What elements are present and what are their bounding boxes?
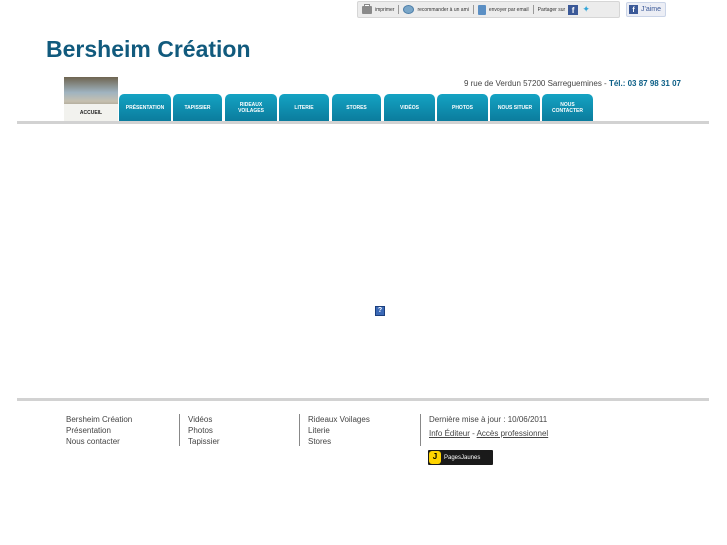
tab-label: STORES	[346, 104, 367, 111]
facebook-like-button[interactable]: f J'aime	[626, 2, 666, 17]
footer-link[interactable]: Nous contacter	[66, 436, 132, 447]
pagesjaunes-label: PagesJaunes	[444, 454, 481, 461]
tab-label: TAPISSIER	[184, 104, 211, 111]
share-group: Partager sur f ✦	[534, 4, 596, 15]
footer-divider	[17, 398, 709, 401]
facebook-icon: f	[629, 5, 638, 14]
print-label: imprimer	[375, 6, 395, 13]
link-separator: -	[469, 429, 477, 438]
header-divider	[17, 121, 709, 124]
tab-accueil[interactable]: ACCUEIL	[64, 77, 118, 121]
tab-videos[interactable]: VIDÉOS	[384, 94, 435, 121]
printer-icon	[362, 3, 372, 14]
info-editeur-link[interactable]: Info Éditeur	[429, 429, 470, 438]
address-text: 9 rue de Verdun 57200 Sarreguemines	[463, 79, 602, 88]
email-link[interactable]: envoyer par email	[474, 4, 533, 15]
footer-link[interactable]: Bersheim Création	[66, 414, 132, 425]
recommend-icon	[403, 5, 415, 14]
missing-plugin-icon[interactable]: ?	[375, 306, 385, 316]
tab-label: NOUS SITUER	[497, 104, 533, 111]
tab-label: PRÉSENTATION	[125, 104, 165, 111]
last-update-text: Dernière mise à jour : 10/06/2011	[429, 415, 548, 424]
email-icon	[477, 4, 486, 15]
site-title[interactable]: Bersheim Création	[46, 36, 251, 63]
footer-links-3: Rideaux Voilages Literie Stores	[299, 414, 370, 446]
share-toolbar: imprimer recommander à un ami envoyer pa…	[357, 1, 620, 18]
tab-stores[interactable]: STORES	[332, 94, 381, 121]
footer-link[interactable]: Photos	[188, 425, 220, 436]
acces-professionnel-link[interactable]: Accès professionnel	[477, 429, 549, 438]
contact-info: 9 rue de Verdun 57200 Sarreguemines - Té…	[464, 79, 681, 88]
twitter-share-icon[interactable]: ✦	[581, 5, 591, 14]
footer-legal-links: Info Éditeur - Accès professionnel	[429, 428, 548, 439]
print-link[interactable]: imprimer	[358, 3, 398, 14]
footer-link[interactable]: Présentation	[66, 425, 132, 436]
footer-links-2: Vidéos Photos Tapissier	[179, 414, 220, 446]
tab-presentation[interactable]: PRÉSENTATION	[119, 94, 171, 121]
tab-nous-contacter[interactable]: NOUS CONTACTER	[542, 94, 593, 121]
tab-photos[interactable]: PHOTOS	[437, 94, 488, 121]
pagesjaunes-badge[interactable]: J PagesJaunes	[428, 450, 493, 465]
tab-label: RIDEAUX VOILAGES	[238, 101, 264, 114]
tab-label: VIDÉOS	[400, 104, 419, 111]
recommend-label: recommander à un ami	[417, 6, 469, 13]
recommend-link[interactable]: recommander à un ami	[399, 5, 472, 14]
footer-link[interactable]: Stores	[308, 436, 370, 447]
tab-label: PHOTOS	[451, 104, 474, 111]
email-label: envoyer par email	[488, 6, 529, 13]
footer-info: Dernière mise à jour : 10/06/2011 Info É…	[420, 414, 548, 446]
footer-link[interactable]: Rideaux Voilages	[308, 414, 370, 425]
facebook-share-icon[interactable]: f	[568, 4, 579, 15]
tab-rideaux-voilages[interactable]: RIDEAUX VOILAGES	[225, 94, 277, 121]
like-label: J'aime	[641, 6, 662, 13]
phone-number: Tél.: 03 87 98 31 07	[608, 79, 681, 88]
tab-tapissier[interactable]: TAPISSIER	[173, 94, 222, 121]
tab-label: ACCUEIL	[64, 104, 118, 121]
pagesjaunes-logo-icon: J	[429, 451, 441, 464]
footer-links-1: Bersheim Création Présentation Nous cont…	[66, 414, 132, 447]
footer-link[interactable]: Vidéos	[188, 414, 220, 425]
footer-link[interactable]: Literie	[308, 425, 370, 436]
address-separator: -	[601, 79, 609, 88]
tab-literie[interactable]: LITERIE	[279, 94, 329, 121]
share-label: Partager sur	[537, 6, 566, 13]
tab-nous-situer[interactable]: NOUS SITUER	[490, 94, 540, 121]
footer-link[interactable]: Tapissier	[188, 436, 220, 447]
tab-label: NOUS CONTACTER	[551, 101, 583, 114]
tab-label: LITERIE	[294, 104, 314, 111]
